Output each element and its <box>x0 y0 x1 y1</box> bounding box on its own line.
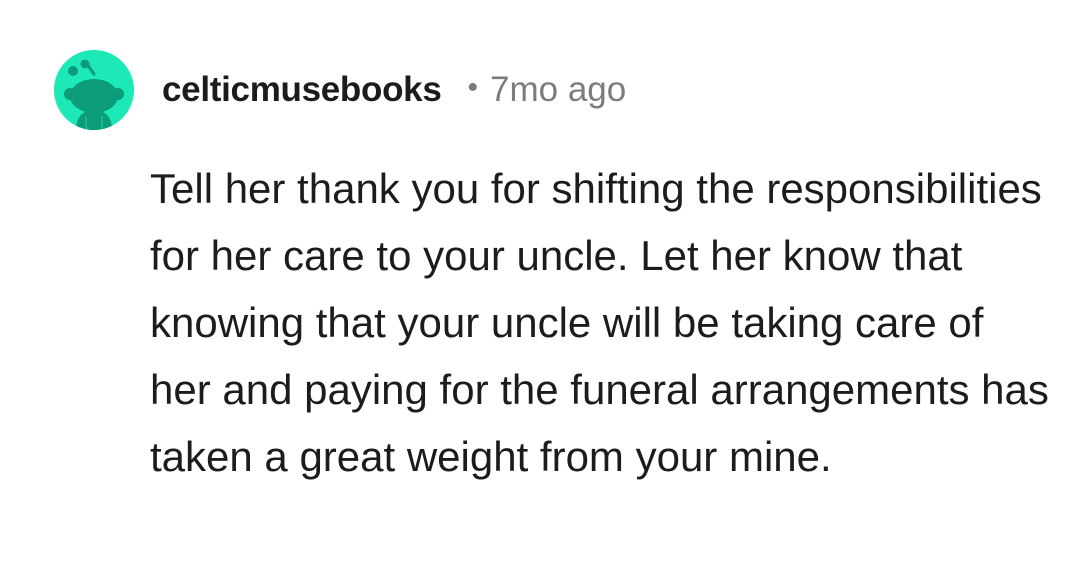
comment-timestamp: 7mo ago <box>490 70 627 109</box>
separator-dot: • <box>467 71 479 104</box>
reddit-snoo-avatar-icon <box>54 50 134 130</box>
comment-body: Tell her thank you for shifting the resp… <box>150 165 1049 480</box>
comment-card: celticmusebooks • 7mo ago Tell her thank… <box>0 0 1079 581</box>
comment-header: celticmusebooks • 7mo ago <box>162 67 626 113</box>
username-link[interactable]: celticmusebooks <box>162 70 442 110</box>
user-avatar[interactable] <box>54 50 134 130</box>
